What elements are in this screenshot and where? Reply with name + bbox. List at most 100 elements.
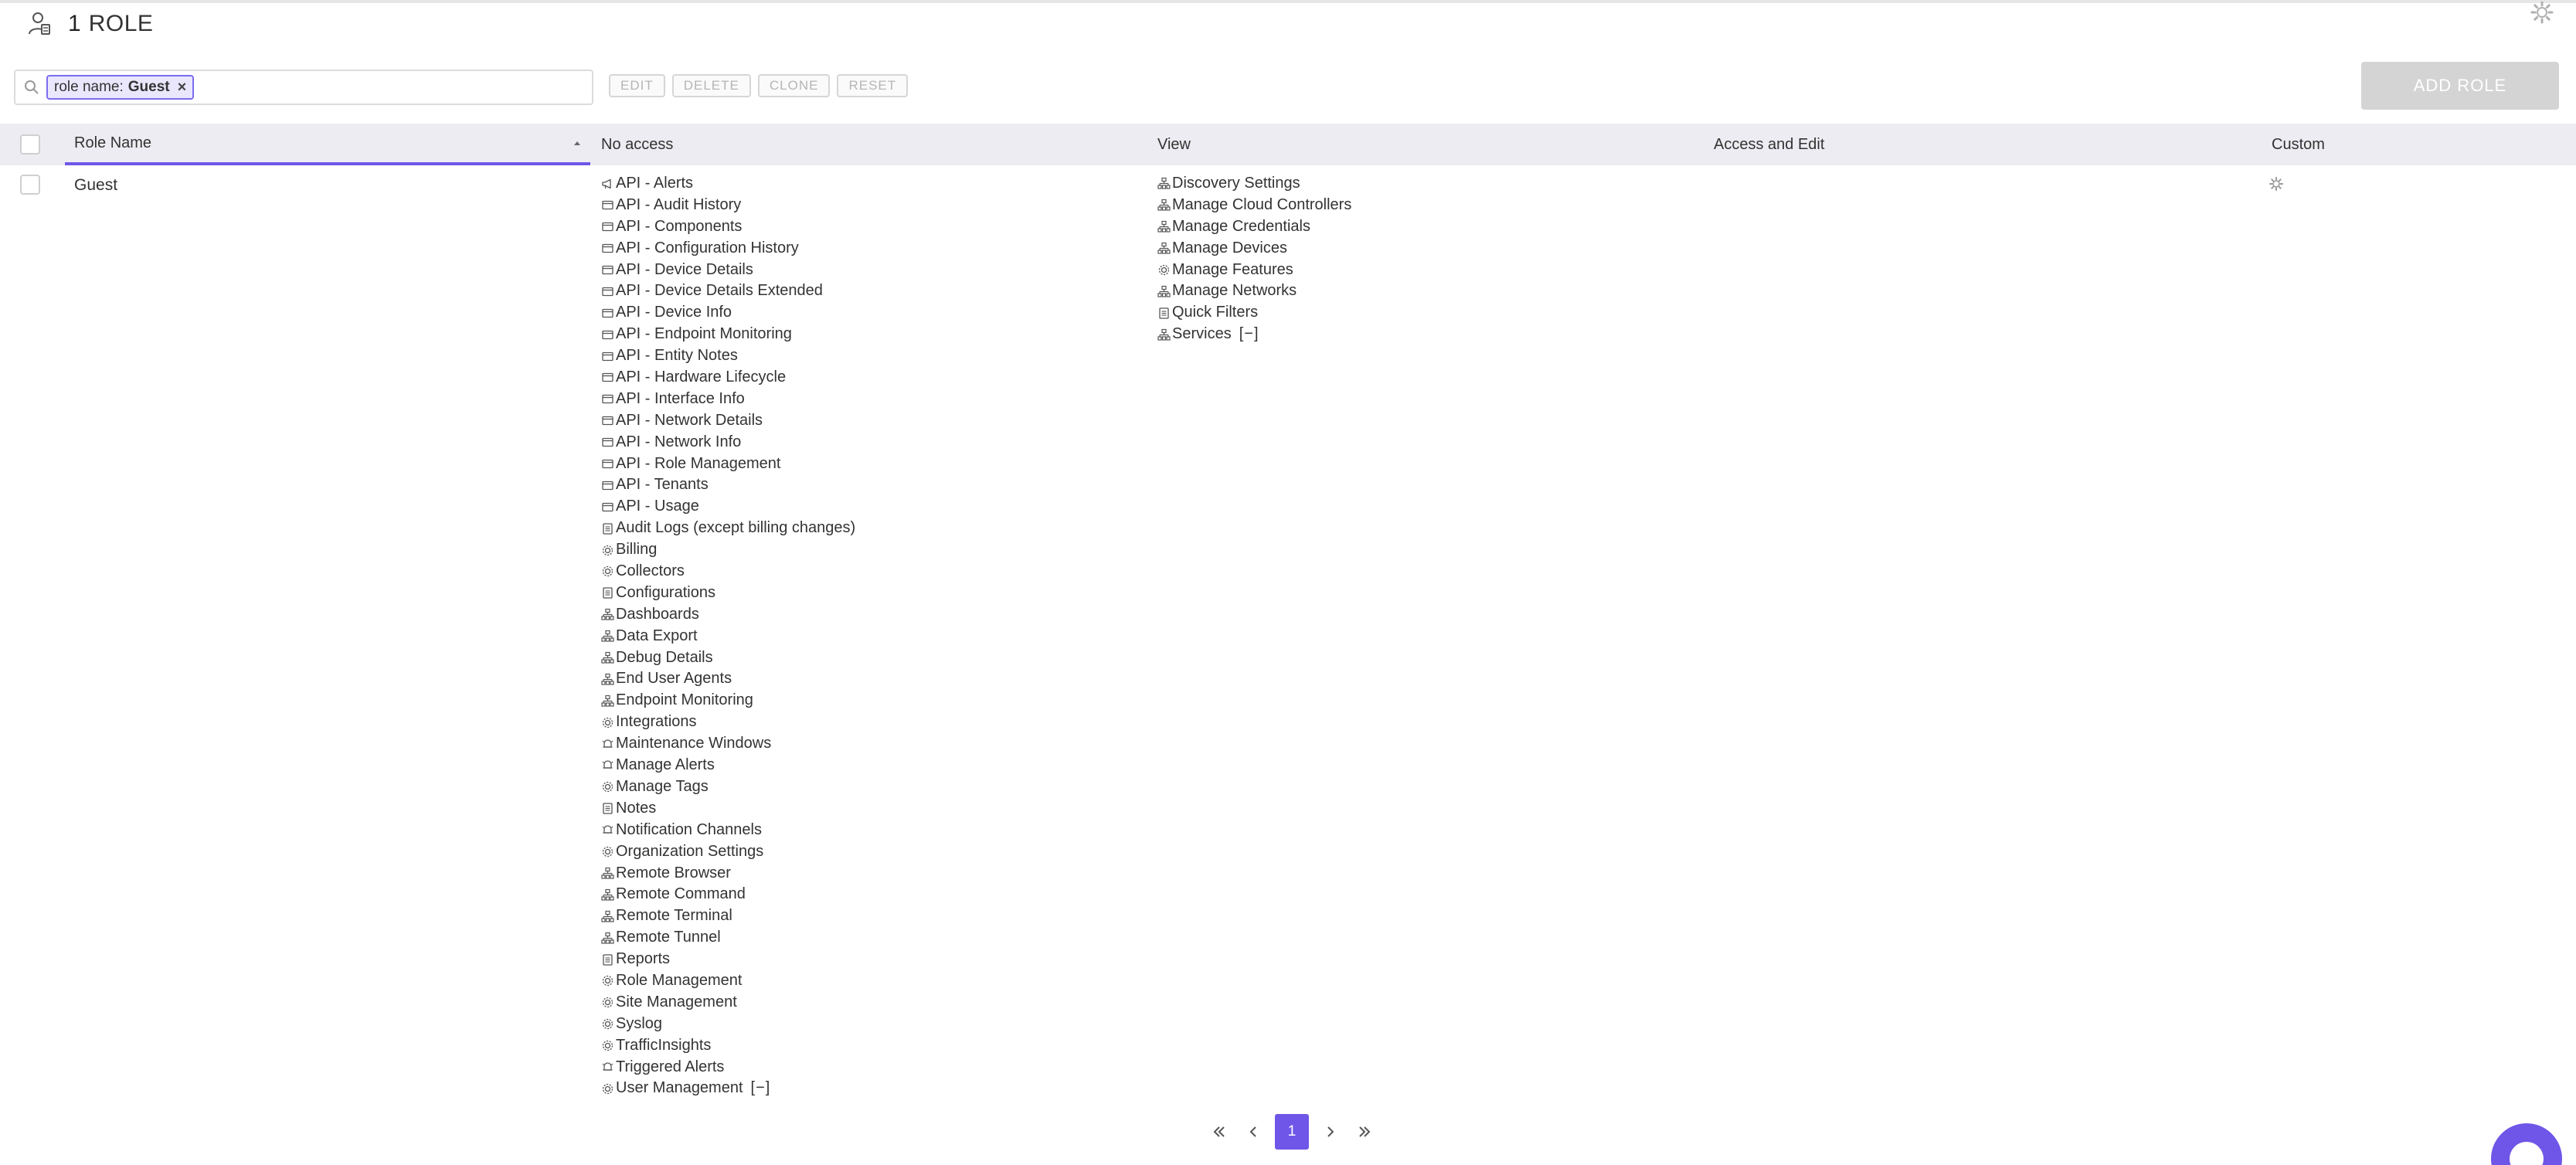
gear-icon bbox=[602, 1040, 613, 1051]
window-icon bbox=[602, 265, 613, 275]
permission-label: Endpoint Monitoring bbox=[616, 691, 753, 709]
permission-item: API - Device Details bbox=[601, 260, 855, 281]
table-header: Role Name No access View Access and Edit… bbox=[0, 124, 2576, 165]
permission-label: TrafficInsights bbox=[616, 1036, 712, 1054]
prev-page-button[interactable] bbox=[1239, 1118, 1267, 1146]
custom-gear-icon[interactable] bbox=[2268, 176, 2284, 192]
permission-item: API - Configuration History bbox=[601, 238, 855, 260]
permission-label: API - Role Management bbox=[616, 454, 781, 472]
permission-label: Audit Logs (except billing changes) bbox=[616, 519, 856, 537]
permission-label: Remote Browser bbox=[616, 864, 731, 881]
search-icon bbox=[25, 80, 39, 94]
permission-item: Manage Features bbox=[1157, 260, 1351, 281]
permission-item: Configurations bbox=[601, 582, 855, 604]
permission-label: Notification Channels bbox=[616, 820, 762, 838]
gear-icon bbox=[602, 1019, 613, 1030]
permission-label: API - Usage bbox=[616, 498, 699, 515]
permission-item: Site Management bbox=[601, 992, 855, 1014]
permission-label: Site Management bbox=[616, 993, 737, 1010]
permission-item: API - Tenants bbox=[601, 474, 855, 496]
permission-item: Manage Tags bbox=[601, 776, 855, 798]
permission-label: Manage Networks bbox=[1172, 282, 1297, 300]
role-count: 1 bbox=[68, 11, 81, 36]
permission-item: API - Interface Info bbox=[601, 389, 855, 410]
column-header-role-name[interactable]: Role Name bbox=[65, 124, 590, 165]
permission-item: Remote Command bbox=[601, 884, 855, 905]
permission-label: Manage Cloud Controllers bbox=[1172, 195, 1352, 213]
edit-button[interactable]: EDIT bbox=[609, 74, 665, 97]
next-page-button[interactable] bbox=[1317, 1118, 1344, 1146]
add-role-button[interactable]: ADD ROLE bbox=[2361, 62, 2559, 110]
network-icon bbox=[601, 630, 614, 642]
select-all-checkbox[interactable] bbox=[20, 134, 40, 155]
permission-item: API - Endpoint Monitoring bbox=[601, 324, 855, 345]
chip-value: Guest bbox=[127, 79, 170, 95]
network-icon bbox=[1157, 178, 1171, 190]
permission-label: Quick Filters bbox=[1172, 304, 1259, 321]
permission-item: Maintenance Windows bbox=[601, 733, 855, 755]
window-icon bbox=[602, 395, 613, 404]
gear-icon bbox=[602, 545, 613, 555]
permission-label: Manage Devices bbox=[1172, 239, 1287, 256]
permission-label: Billing bbox=[616, 541, 658, 559]
permission-label: API - Interface Info bbox=[616, 389, 745, 407]
bell-icon bbox=[602, 739, 613, 748]
collapse-toggle[interactable]: [−] bbox=[751, 1078, 771, 1099]
first-page-button[interactable] bbox=[1205, 1118, 1233, 1146]
column-header-access-edit: Access and Edit bbox=[1714, 135, 1825, 153]
view-list: Discovery Settings Manage Cloud Controlle… bbox=[1157, 173, 1351, 345]
permission-item: Dashboards bbox=[601, 604, 855, 626]
network-icon bbox=[1157, 243, 1171, 254]
permission-item: API - Network Details bbox=[601, 410, 855, 432]
permission-label: Dashboards bbox=[616, 605, 699, 623]
top-border bbox=[0, 0, 2576, 3]
permission-label: API - Endpoint Monitoring bbox=[616, 325, 792, 343]
permission-item: Syslog bbox=[601, 1014, 855, 1035]
permission-item: Role Management bbox=[601, 970, 855, 992]
permission-label: Services bbox=[1172, 325, 1232, 343]
page-number-button[interactable]: 1 bbox=[1275, 1114, 1309, 1150]
gear-icon bbox=[602, 717, 613, 728]
filter-chip[interactable]: role name: Guest × bbox=[46, 75, 195, 100]
document-icon bbox=[603, 953, 613, 966]
permission-item: Collectors bbox=[601, 561, 855, 582]
permission-label: Configurations bbox=[616, 583, 715, 601]
permission-item: Discovery Settings bbox=[1157, 173, 1351, 195]
network-icon bbox=[601, 695, 614, 707]
permission-label: Maintenance Windows bbox=[616, 735, 772, 752]
settings-gear-icon[interactable] bbox=[2530, 0, 2554, 25]
document-icon bbox=[603, 587, 613, 599]
chat-widget-button[interactable] bbox=[2491, 1123, 2562, 1165]
document-icon bbox=[603, 803, 613, 814]
delete-button[interactable]: DELETE bbox=[671, 74, 751, 97]
permission-label: Manage Tags bbox=[616, 777, 709, 795]
gear-icon bbox=[602, 782, 613, 793]
search-input[interactable] bbox=[200, 73, 592, 101]
collapse-toggle[interactable]: [−] bbox=[1239, 324, 1259, 345]
permission-label: API - Audit History bbox=[616, 195, 742, 213]
bell-icon bbox=[602, 760, 613, 769]
window-icon bbox=[602, 352, 613, 361]
row-checkbox[interactable] bbox=[20, 175, 40, 195]
clone-button[interactable]: CLONE bbox=[757, 74, 831, 97]
column-header-custom: Custom bbox=[2272, 135, 2325, 153]
search-box[interactable]: role name: Guest × bbox=[14, 70, 593, 105]
permission-item: API - Hardware Lifecycle bbox=[601, 367, 855, 389]
permission-item: Quick Filters bbox=[1157, 302, 1351, 324]
window-icon bbox=[602, 459, 613, 469]
chip-close-icon[interactable]: × bbox=[178, 80, 187, 95]
gear-icon bbox=[602, 997, 613, 1008]
last-page-button[interactable] bbox=[1351, 1118, 1378, 1146]
permission-label: Data Export bbox=[616, 627, 698, 644]
window-icon bbox=[602, 201, 613, 210]
network-icon bbox=[601, 609, 614, 620]
reset-button[interactable]: RESET bbox=[837, 74, 909, 97]
network-icon bbox=[1157, 199, 1171, 211]
permission-item: Manage Credentials bbox=[1157, 216, 1351, 238]
network-icon bbox=[601, 673, 614, 685]
permission-label: User Management bbox=[616, 1079, 743, 1097]
gear-icon bbox=[1158, 264, 1170, 276]
sort-ascending-icon[interactable] bbox=[572, 139, 583, 148]
permission-item: Remote Tunnel bbox=[601, 927, 855, 949]
permission-label: Reports bbox=[616, 950, 671, 968]
